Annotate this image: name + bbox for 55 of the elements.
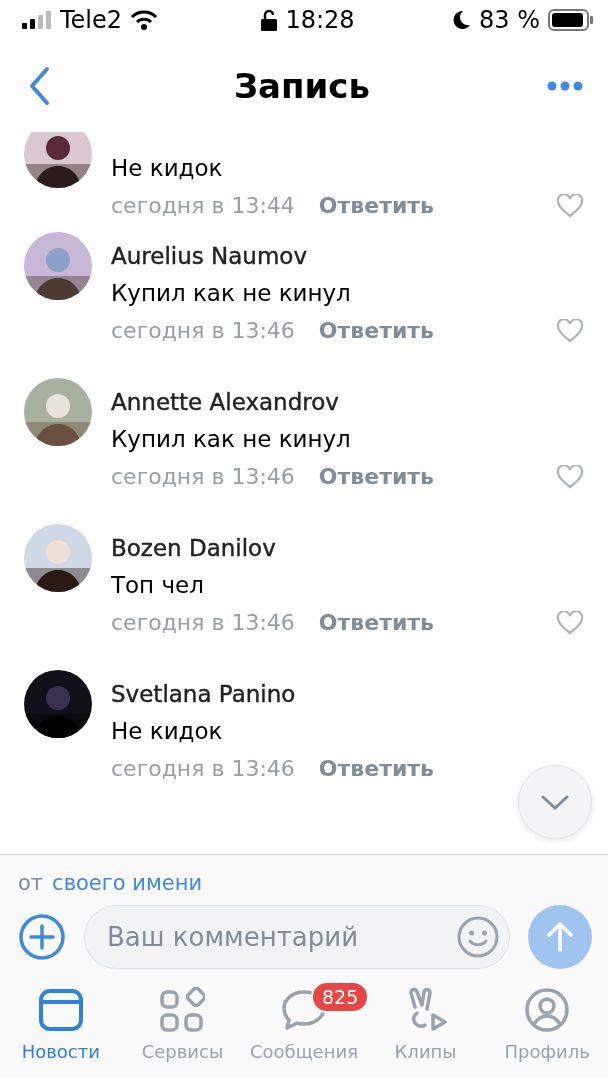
comment-text: Купил как не кинул [111,279,352,308]
reply-link[interactable]: Ответить [318,187,434,224]
comment-time: сегодня в 13:46 [111,317,295,345]
unread-badge: 825 [311,981,370,1013]
reply-link[interactable]: Ответить [318,458,434,495]
carrier-name: Tele2 [60,6,123,34]
like-button[interactable] [556,318,584,343]
author-name[interactable]: Annette Alexandrov [111,384,584,421]
more-icon [547,81,583,91]
comment-text: Топ чел [111,571,205,600]
comment-text: Не кидок [111,717,224,746]
author-name[interactable]: Svetlana Panino [111,676,584,713]
author-prefix: от [18,871,44,895]
comment-time: сегодня в 13:44 [111,192,295,220]
reply-link[interactable]: Ответить [318,750,434,787]
like-button[interactable] [556,610,584,635]
clock-time: 18:28 [285,6,355,34]
battery-percent: 83 % [479,6,540,34]
emoji-button[interactable] [456,915,500,959]
comment-time: сегодня в 13:46 [111,463,295,491]
author-name[interactable]: Bozen Danilov [111,530,584,567]
moon-icon [453,10,472,30]
smiley-icon [456,915,500,959]
reply-link[interactable]: Ответить [318,312,434,349]
like-button[interactable] [556,193,584,218]
signal-icon [22,11,52,29]
user-icon [524,987,571,1033]
attach-button[interactable] [18,913,66,961]
wifi-icon [130,10,159,30]
back-chevron-icon [28,66,50,106]
plus-icon [18,913,66,961]
comment-field[interactable]: Ваш комментарий [84,905,510,969]
chevron-down-icon [540,794,570,810]
heart-icon [556,318,584,343]
battery-icon [548,9,594,31]
browser-window-icon [37,988,84,1032]
reply-link[interactable]: Ответить [318,604,434,641]
grid-icon [159,987,206,1033]
comment-time: сегодня в 13:46 [111,755,295,783]
tab[interactable]: Профиль [486,985,608,1077]
scroll-down-button[interactable] [518,765,592,839]
like-button[interactable] [556,464,584,489]
arrow-up-icon [546,921,574,953]
comment-text: Не кидок [111,154,224,183]
comment-time: сегодня в 13:46 [111,609,295,637]
heart-icon [556,193,584,218]
heart-icon [556,610,584,635]
tab[interactable]: Сервисы [121,985,244,1077]
lock-icon [261,9,278,31]
author-link[interactable]: своего имени [52,871,203,895]
author-name[interactable]: Aurelius Naumov [111,238,584,275]
heart-icon [556,464,584,489]
comment-text: Купил как не кинул [111,425,352,454]
tab[interactable]: Новости [0,985,122,1077]
page-title: Запись [232,66,372,106]
